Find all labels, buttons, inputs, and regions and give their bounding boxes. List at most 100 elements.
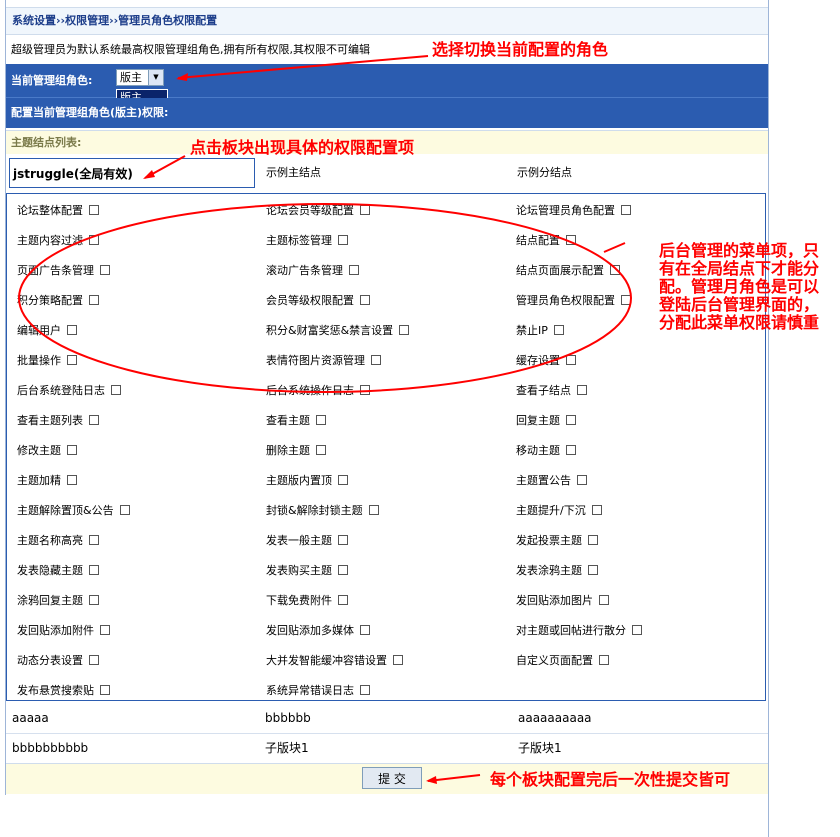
permission-label: 动态分表设置: [17, 654, 83, 667]
permission-checkbox[interactable]: [566, 445, 576, 455]
permission-checkbox[interactable]: [368, 505, 379, 515]
permission-checkbox[interactable]: [349, 265, 359, 275]
permission-checkbox[interactable]: [399, 325, 410, 335]
sub-node-cell[interactable]: bbbbbb: [265, 703, 311, 733]
permission-label: 对主题或回帖进行散分: [516, 624, 626, 637]
permission-item: 后台系统操作日志: [266, 384, 370, 398]
sub-node-cell[interactable]: 子版块1: [265, 733, 309, 763]
permission-checkbox[interactable]: [577, 385, 587, 395]
tab-global-node[interactable]: jstruggle(全局有效): [9, 158, 255, 188]
permission-checkbox[interactable]: [89, 205, 99, 215]
permission-checkbox[interactable]: [67, 475, 77, 485]
permission-checkbox[interactable]: [89, 565, 99, 575]
permission-label: 发回贴添加多媒体: [266, 624, 354, 637]
submit-button[interactable]: 提 交: [362, 767, 422, 789]
permission-checkbox[interactable]: [553, 325, 564, 335]
permission-checkbox[interactable]: [360, 625, 370, 635]
permission-checkbox[interactable]: [100, 685, 110, 695]
permission-item: 发回贴添加图片: [516, 594, 609, 608]
permission-item: 发布悬赏搜索贴: [17, 684, 110, 698]
permission-checkbox[interactable]: [566, 235, 576, 245]
permission-checkbox[interactable]: [632, 625, 642, 635]
permission-checkbox[interactable]: [360, 205, 370, 215]
permission-checkbox[interactable]: [360, 685, 370, 695]
permission-checkbox[interactable]: [89, 235, 99, 245]
permission-item: 积分策略配置: [17, 294, 99, 308]
permission-checkbox[interactable]: [316, 445, 326, 455]
permission-item: 结点配置: [516, 234, 576, 248]
permission-checkbox[interactable]: [67, 445, 77, 455]
permission-label: 查看主题列表: [17, 414, 83, 427]
permission-checkbox[interactable]: [316, 415, 326, 425]
permission-checkbox[interactable]: [360, 295, 370, 305]
permission-checkbox[interactable]: [89, 655, 99, 665]
permission-item: 系统异常错误日志: [266, 684, 370, 698]
tab-example-sub-node[interactable]: 示例分结点: [517, 158, 572, 188]
permission-label: 会员等级权限配置: [266, 294, 354, 307]
permission-checkbox[interactable]: [338, 595, 348, 605]
permission-item: 页面广告条管理: [17, 264, 110, 278]
permission-label: 修改主题: [17, 444, 61, 457]
frame-right-border: [768, 0, 769, 837]
permission-item: 动态分表设置: [17, 654, 99, 668]
permission-label: 滚动广告条管理: [266, 264, 343, 277]
role-select[interactable]: 版主 ▼: [116, 69, 164, 86]
permission-checkbox[interactable]: [338, 535, 348, 545]
permission-checkbox[interactable]: [111, 385, 121, 395]
permission-checkbox[interactable]: [621, 205, 631, 215]
permission-item: 发表隐藏主题: [17, 564, 99, 578]
permission-checkbox[interactable]: [100, 625, 110, 635]
permission-label: 论坛会员等级配置: [266, 204, 354, 217]
permission-label: 积分&财富奖惩&禁言设置: [266, 324, 394, 337]
permission-checkbox[interactable]: [566, 355, 576, 365]
permission-item: 表情符图片资源管理: [266, 354, 381, 368]
permission-checkbox[interactable]: [588, 535, 598, 545]
permission-item: 编辑用户: [17, 324, 77, 338]
permission-label: 发起投票主题: [516, 534, 582, 547]
permission-item: 涂鸦回复主题: [17, 594, 99, 608]
permission-checkbox[interactable]: [89, 415, 99, 425]
permission-panel: 论坛整体配置 论坛会员等级配置 论坛管理员角色配置 主题内容过滤 主题标签管理 结点配置页…: [6, 193, 766, 701]
permission-checkbox[interactable]: [89, 535, 99, 545]
sub-node-cell[interactable]: bbbbbbbbbb: [12, 733, 88, 763]
permission-checkbox[interactable]: [393, 655, 403, 665]
permission-label: 论坛整体配置: [17, 204, 83, 217]
permission-checkbox[interactable]: [67, 355, 77, 365]
sub-node-row: bbbbbbbbbb 子版块1 子版块1: [6, 733, 768, 764]
permission-checkbox[interactable]: [621, 295, 631, 305]
permission-item: 主题版内置顶: [266, 474, 348, 488]
permission-label: 主题加精: [17, 474, 61, 487]
permission-label: 主题版内置顶: [266, 474, 332, 487]
permission-checkbox[interactable]: [566, 415, 576, 425]
permission-label: 论坛管理员角色配置: [516, 204, 615, 217]
permission-checkbox[interactable]: [588, 565, 598, 575]
permission-checkbox[interactable]: [338, 565, 348, 575]
permission-item: 结点页面展示配置: [516, 264, 620, 278]
permission-item: 积分&财富奖惩&禁言设置: [266, 324, 410, 338]
permission-checkbox[interactable]: [591, 505, 602, 515]
chevron-down-icon[interactable]: ▼: [148, 70, 163, 85]
permission-checkbox[interactable]: [599, 655, 609, 665]
permission-checkbox[interactable]: [610, 265, 620, 275]
permission-item: 封锁&解除封锁主题: [266, 504, 379, 518]
sub-node-cell[interactable]: aaaaaaaaaa: [518, 703, 592, 733]
permission-checkbox[interactable]: [89, 295, 99, 305]
permission-checkbox[interactable]: [371, 355, 381, 365]
permission-checkbox[interactable]: [599, 595, 609, 605]
sub-node-cell[interactable]: aaaaa: [12, 703, 49, 733]
permission-label: 积分策略配置: [17, 294, 83, 307]
permission-checkbox[interactable]: [67, 325, 77, 335]
permission-checkbox[interactable]: [89, 595, 99, 605]
permission-item: 发起投票主题: [516, 534, 598, 548]
permission-checkbox[interactable]: [338, 235, 348, 245]
permission-checkbox[interactable]: [338, 475, 348, 485]
sub-node-row: aaaaa bbbbbb aaaaaaaaaa: [6, 703, 768, 734]
current-role-label: 当前管理组角色:: [11, 74, 93, 87]
sub-node-cell[interactable]: 子版块1: [518, 733, 562, 763]
permission-checkbox[interactable]: [577, 475, 587, 485]
permission-checkbox[interactable]: [360, 385, 370, 395]
permission-checkbox[interactable]: [119, 505, 130, 515]
permission-label: 发回贴添加图片: [516, 594, 593, 607]
tab-example-main-node[interactable]: 示例主结点: [266, 158, 321, 188]
permission-checkbox[interactable]: [100, 265, 110, 275]
